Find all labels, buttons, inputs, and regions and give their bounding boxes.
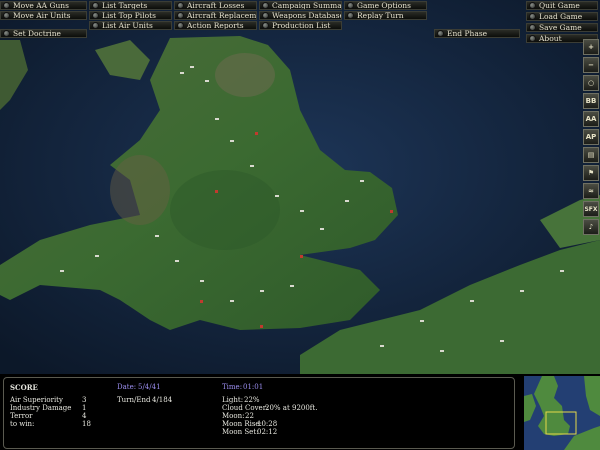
quit-game-button[interactable]: Quit Game — [526, 1, 598, 10]
date-value: 5/4/41 — [138, 383, 161, 391]
score-label: Air Superiority — [10, 396, 63, 404]
moon-value: 22 — [245, 412, 254, 420]
moon-label: Moon: — [222, 412, 245, 420]
turn-value: 4/184 — [152, 396, 173, 404]
score-title: SCORE — [10, 383, 38, 392]
report-icon[interactable]: ▤ — [583, 147, 599, 163]
led-icon — [92, 22, 99, 29]
load-game-button[interactable]: Load Game — [526, 12, 598, 21]
led-icon — [262, 22, 269, 29]
list-air-units-button[interactable]: List Air Units — [89, 21, 172, 30]
led-icon — [3, 12, 10, 19]
moon-rise-value: 10:28 — [257, 420, 278, 428]
led-icon — [529, 13, 536, 20]
led-icon — [177, 12, 184, 19]
sfx-icon[interactable]: SFX — [583, 201, 599, 217]
campaign-map[interactable] — [0, 0, 600, 374]
led-icon — [262, 12, 269, 19]
led-icon — [92, 2, 99, 9]
list-targets-button[interactable]: List Targets — [89, 1, 172, 10]
date-label: Date: — [117, 383, 137, 391]
bb-toggle-icon[interactable]: BB — [583, 93, 599, 109]
cloud-cover-value: 20% at 9200ft. — [265, 404, 318, 412]
led-icon — [3, 30, 10, 37]
map-toolbar: + − ○ BB AA AP ▤ ⚑ ≈ SFX ♪ — [583, 39, 599, 237]
led-icon — [177, 22, 184, 29]
led-icon — [347, 12, 354, 19]
flag-icon[interactable]: ⚑ — [583, 165, 599, 181]
campaign-summary-button[interactable]: Campaign Summary — [259, 1, 342, 10]
aa-toggle-icon[interactable]: AA — [583, 111, 599, 127]
save-game-button[interactable]: Save Game — [526, 23, 598, 32]
cloud-cover-label: Cloud Cover: — [222, 404, 269, 412]
weapons-database-button[interactable]: Weapons Database — [259, 11, 342, 20]
music-icon[interactable]: ♪ — [583, 219, 599, 235]
score-value: 3 — [82, 396, 87, 404]
led-icon — [529, 35, 536, 42]
score-label: to win: — [10, 420, 35, 428]
led-icon — [437, 30, 444, 37]
score-value: 1 — [82, 404, 87, 412]
light-label: Light: — [222, 396, 244, 404]
aircraft-losses-button[interactable]: Aircraft Losses — [174, 1, 257, 10]
led-icon — [3, 2, 10, 9]
led-icon — [529, 2, 536, 9]
score-value: 4 — [82, 412, 87, 420]
moon-set-label: Moon Set: — [222, 428, 259, 436]
time-label: Time: — [222, 383, 243, 391]
action-reports-button[interactable]: Action Reports — [174, 21, 257, 30]
moon-set-value: 02:12 — [257, 428, 278, 436]
led-icon — [262, 2, 269, 9]
light-value: 22% — [244, 396, 260, 404]
end-phase-button[interactable]: End Phase — [434, 29, 520, 38]
turn-label: Turn/End — [117, 396, 151, 404]
time-value: 01:01 — [243, 383, 264, 391]
led-icon — [92, 12, 99, 19]
score-label: Industry Damage — [10, 404, 72, 412]
aircraft-replacements-button[interactable]: Aircraft Replacements — [174, 11, 257, 20]
replay-turn-button[interactable]: Replay Turn — [344, 11, 427, 20]
score-value: 18 — [82, 420, 91, 428]
move-air-units-button[interactable]: Move Air Units — [0, 11, 87, 20]
led-icon — [347, 2, 354, 9]
zoom-in-icon[interactable]: + — [583, 39, 599, 55]
moon-rise-label: Moon Rise: — [222, 420, 262, 428]
set-doctrine-button[interactable]: Set Doctrine — [0, 29, 87, 38]
led-icon — [529, 24, 536, 31]
game-options-button[interactable]: Game Options — [344, 1, 427, 10]
move-aa-guns-button[interactable]: Move AA Guns — [0, 1, 87, 10]
list-top-pilots-button[interactable]: List Top Pilots — [89, 11, 172, 20]
minimap[interactable] — [524, 376, 600, 450]
score-label: Terror — [10, 412, 33, 420]
status-panel: SCORE Air Superiority 3 Industry Damage … — [0, 374, 600, 450]
zoom-out-icon[interactable]: − — [583, 57, 599, 73]
weather-icon[interactable]: ≈ — [583, 183, 599, 199]
ap-toggle-icon[interactable]: AP — [583, 129, 599, 145]
magnifier-icon[interactable]: ○ — [583, 75, 599, 91]
led-icon — [177, 2, 184, 9]
menu-row-3: List Air Units Action Reports Production… — [89, 20, 600, 32]
production-list-button[interactable]: Production List — [259, 21, 342, 30]
